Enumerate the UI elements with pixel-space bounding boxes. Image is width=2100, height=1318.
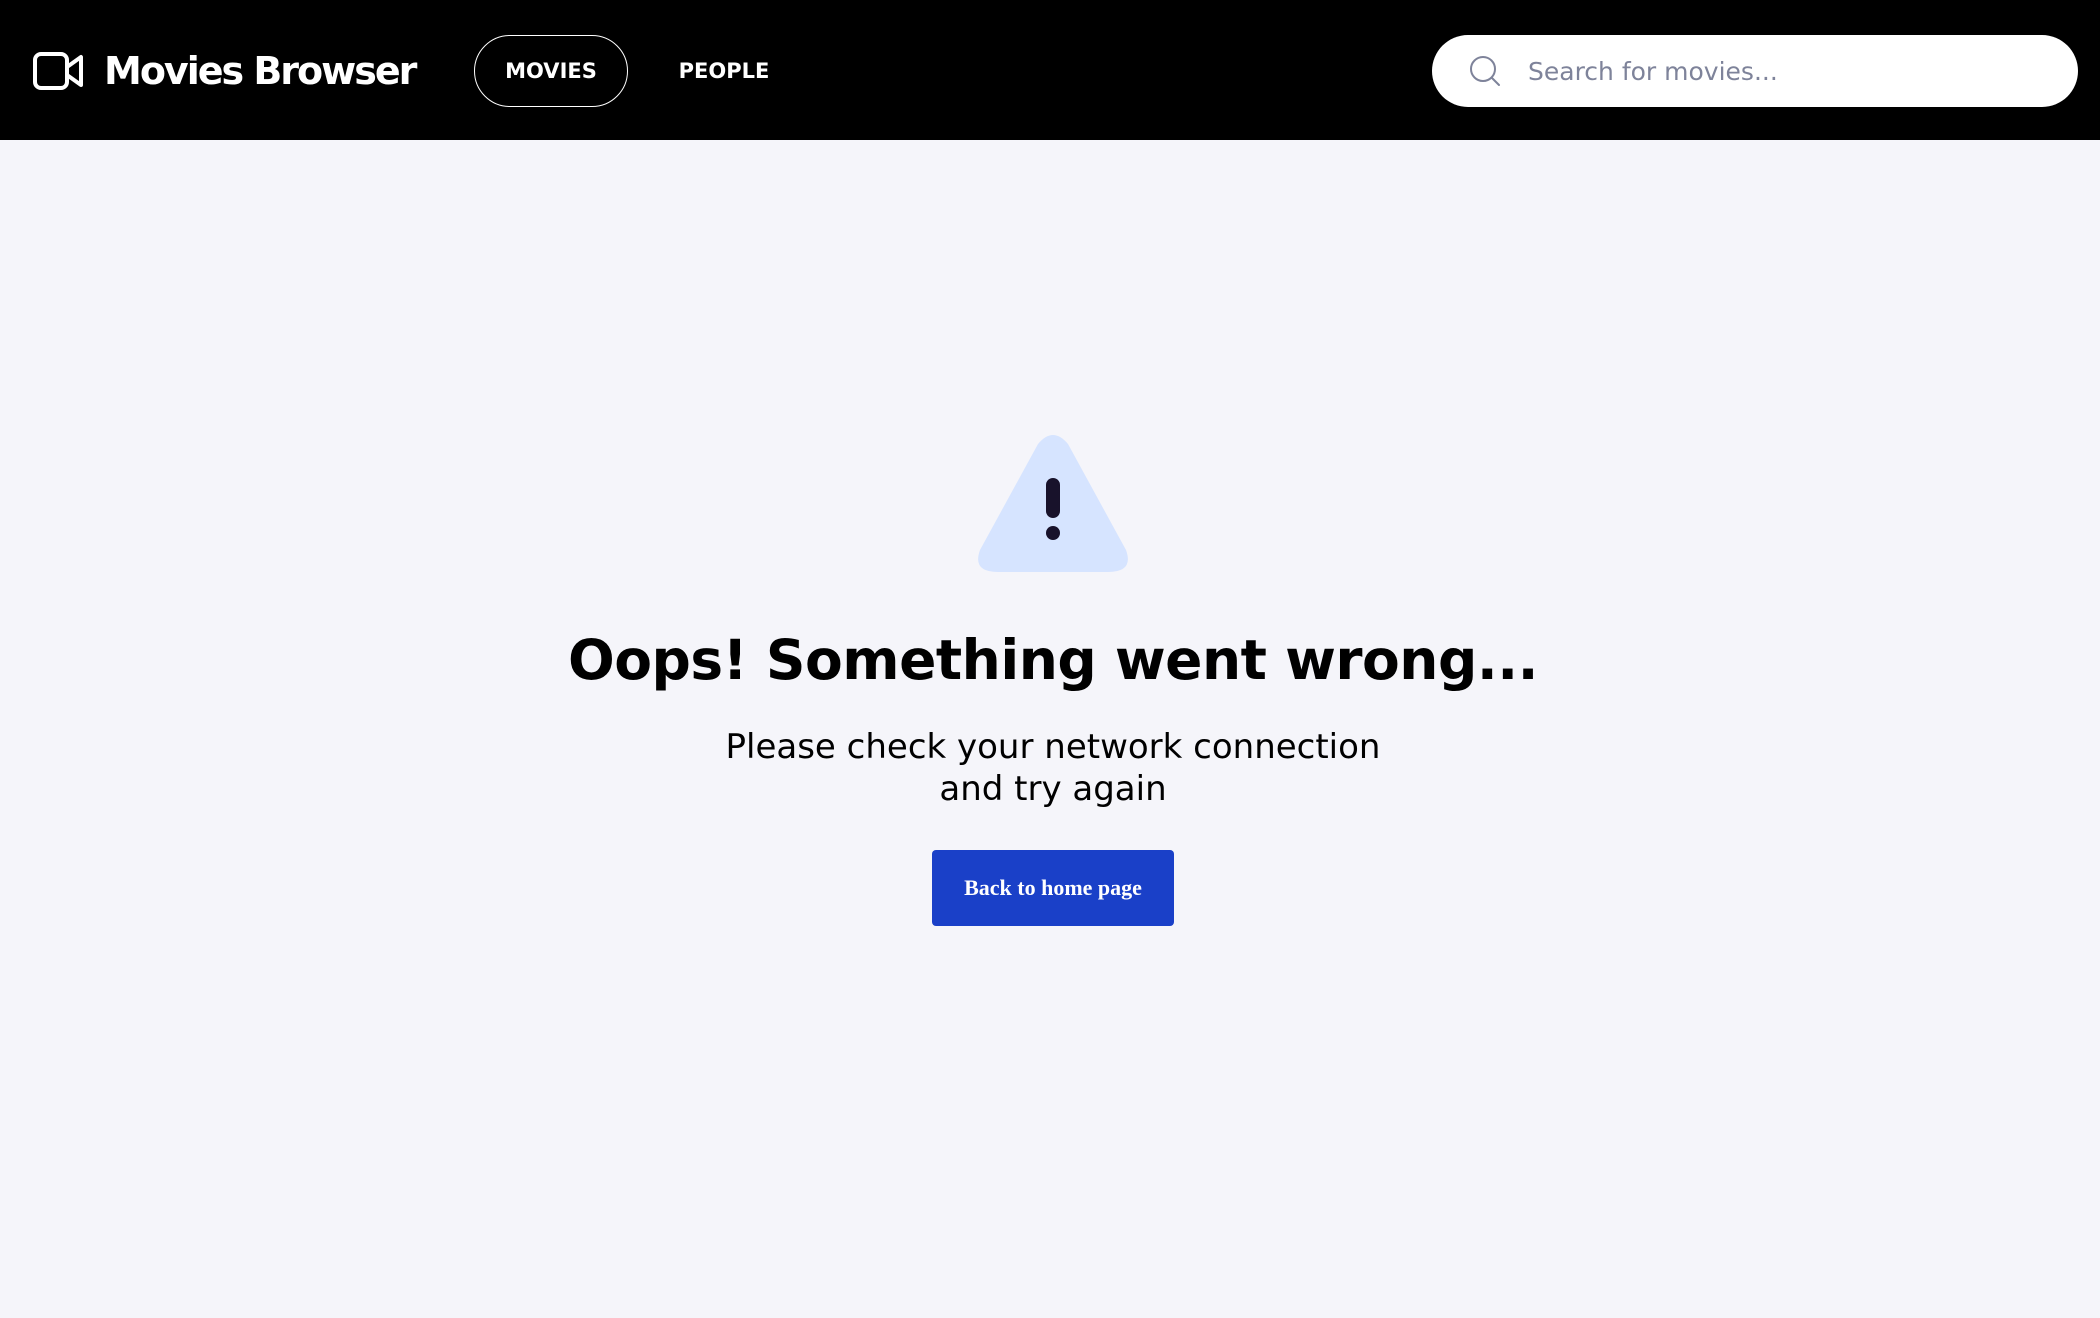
error-message-line-2: and try again — [939, 769, 1167, 809]
nav-people-button[interactable]: PEOPLE — [664, 35, 784, 107]
top-navigation-bar: Movies Browser MOVIES PEOPLE — [0, 0, 2100, 140]
app-title: Movies Browser — [104, 49, 417, 93]
error-title: Oops! Something went wrong... — [568, 628, 1539, 692]
search-icon — [1470, 56, 1500, 86]
search-bar[interactable] — [1432, 35, 2078, 107]
warning-triangle-icon — [978, 435, 1128, 572]
video-camera-icon — [33, 52, 83, 90]
nav-movies-button[interactable]: MOVIES — [474, 35, 628, 107]
back-to-home-button[interactable]: Back to home page — [932, 850, 1174, 926]
search-input[interactable] — [1528, 35, 2048, 107]
app-logo-link[interactable]: Movies Browser — [32, 48, 417, 94]
error-message: Please check your network connection and… — [0, 726, 2100, 810]
error-message-line-1: Please check your network connection — [725, 727, 1381, 767]
